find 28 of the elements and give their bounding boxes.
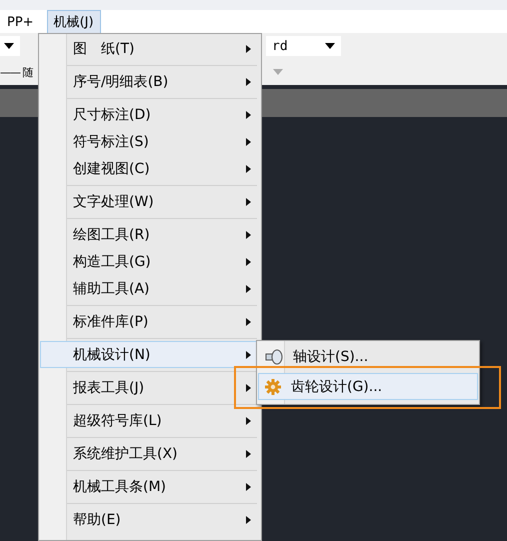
menu-item[interactable]: 轴设计(S)... <box>258 343 478 370</box>
menu-item[interactable]: 符号标注(S) <box>40 128 260 155</box>
dropdown-caret-icon <box>272 69 282 75</box>
menu-item[interactable]: 构造工具(G) <box>40 248 260 275</box>
menu-item[interactable]: 辅助工具(A) <box>40 275 260 302</box>
menu-item[interactable]: 帮助(E) <box>40 506 260 533</box>
menu-item[interactable]: 文字处理(W) <box>40 188 260 215</box>
dropdown-caret-icon <box>325 43 335 49</box>
menu-item[interactable]: 绘图工具(R) <box>40 221 260 248</box>
menu-item[interactable]: 机械工具条(M) <box>40 473 260 500</box>
menu-item[interactable]: 超级符号库(L) <box>40 407 260 434</box>
menu-item[interactable]: 标准件库(P) <box>40 308 260 335</box>
menu-item[interactable]: 系统维护工具(X) <box>40 440 260 467</box>
gear-icon <box>265 378 281 394</box>
menu-item[interactable]: 齿轮设计(G)... <box>258 373 478 400</box>
menu-item[interactable]: 创建视图(C) <box>40 155 260 182</box>
menu-item[interactable]: 序号/明细表(B) <box>40 68 260 95</box>
dropdown-caret-icon <box>4 43 14 49</box>
dropdown[interactable] <box>0 36 20 56</box>
menu-item[interactable]: 报表工具(J) <box>40 374 260 401</box>
shaft-icon <box>265 348 283 364</box>
linetype-label: —— 随 <box>0 64 32 80</box>
menu-bar-item[interactable]: PP+ <box>0 12 41 32</box>
menu-bar-item[interactable]: 机械(J) <box>46 10 101 34</box>
menu-item[interactable]: 图 纸(T) <box>40 35 260 62</box>
menu-item[interactable]: 尺寸标注(D) <box>40 101 260 128</box>
dropdown[interactable]: rd <box>266 36 341 56</box>
dropdown-value: rd <box>272 38 288 54</box>
